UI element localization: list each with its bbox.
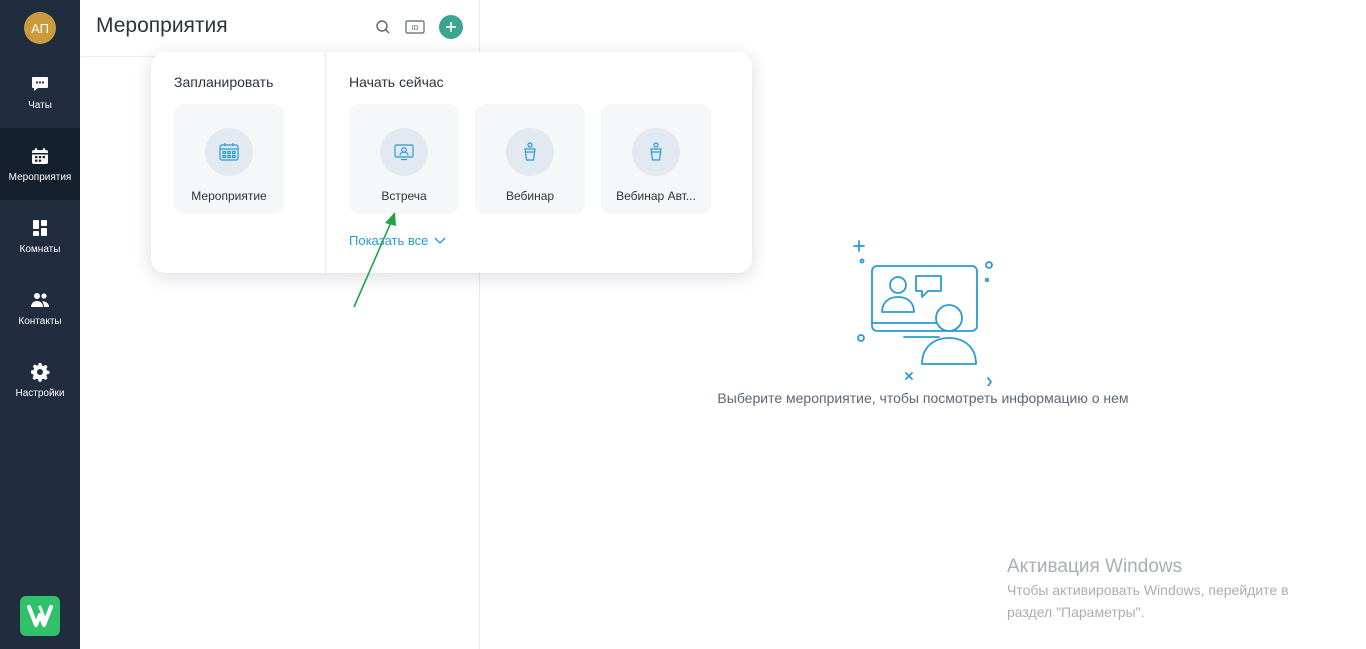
avatar[interactable]: АП (24, 12, 56, 44)
id-icon: ID (405, 20, 425, 34)
id-badge-text: ID (412, 25, 419, 32)
create-event-popover: Запланировать Начать сейчас Мероприятие … (151, 52, 752, 273)
windows-activation-watermark: Активация Windows Чтобы активировать Win… (1007, 556, 1289, 622)
calendar-icon (32, 147, 48, 164)
brand-logo-icon (27, 605, 53, 627)
search-icon (376, 20, 390, 34)
sidebar-item-chats[interactable]: Чаты (0, 56, 80, 128)
sidebar-item-label: Мероприятия (8, 171, 72, 183)
schedule-event-tile[interactable]: Мероприятие (174, 104, 284, 214)
tile-icon-circle (506, 128, 554, 176)
chat-icon (32, 76, 48, 91)
popover-divider (325, 52, 326, 273)
start-now-heading: Начать сейчас (349, 74, 444, 90)
sidebar-item-events[interactable]: Мероприятия (0, 128, 80, 200)
sidebar-item-settings[interactable]: Настройки (0, 344, 80, 416)
sidebar-item-label: Чаты (28, 99, 52, 111)
sidebar: АП Чаты Мероприятия Комнаты Контакты Нас… (0, 0, 80, 649)
sidebar-item-label: Контакты (18, 315, 62, 327)
id-button[interactable]: ID (404, 16, 426, 38)
chevron-down-icon (434, 237, 446, 244)
tile-icon-circle (632, 128, 680, 176)
sidebar-item-label: Настройки (15, 387, 65, 399)
gear-icon (31, 362, 50, 382)
sidebar-item-contacts[interactable]: Контакты (0, 272, 80, 344)
tile-icon-circle (380, 128, 428, 176)
add-event-button[interactable] (439, 15, 463, 39)
plus-icon (446, 22, 456, 32)
tile-label: Мероприятие (191, 189, 267, 203)
page-title: Мероприятия (96, 14, 228, 37)
show-all-link[interactable]: Показать все (349, 233, 446, 248)
webinar-tile[interactable]: Вебинар (475, 104, 585, 214)
meeting-icon (394, 144, 414, 161)
rooms-icon (33, 219, 47, 236)
show-all-label: Показать все (349, 233, 429, 248)
brand-logo[interactable] (20, 596, 60, 636)
list-header: Мероприятия ID (80, 0, 479, 57)
meeting-tile[interactable]: Встреча (349, 104, 459, 214)
tile-label: Встреча (381, 189, 427, 203)
schedule-heading: Запланировать (174, 74, 274, 90)
tile-icon-circle (205, 128, 253, 176)
sidebar-item-rooms[interactable]: Комнаты (0, 200, 80, 272)
sidebar-item-label: Комнаты (19, 243, 61, 255)
empty-state-message: Выберите мероприятие, чтобы посмотреть и… (717, 390, 1129, 406)
tile-label: Вебинар (505, 189, 555, 203)
watermark-title: Активация Windows (1007, 556, 1183, 577)
contacts-icon (31, 292, 49, 307)
video-conference-illustration (853, 240, 993, 386)
calendar-grid-icon (219, 143, 239, 161)
watermark-line-1: Чтобы активировать Windows, перейдите в (1007, 582, 1289, 598)
webinar-icon (524, 142, 536, 161)
webinar-auto-tile[interactable]: Вебинар Авт... (601, 104, 711, 214)
webinar-auto-icon (650, 142, 662, 161)
tile-label: Вебинар Авт... (616, 189, 696, 203)
search-button[interactable] (372, 16, 394, 38)
watermark-line-2: раздел "Параметры". (1007, 604, 1145, 620)
